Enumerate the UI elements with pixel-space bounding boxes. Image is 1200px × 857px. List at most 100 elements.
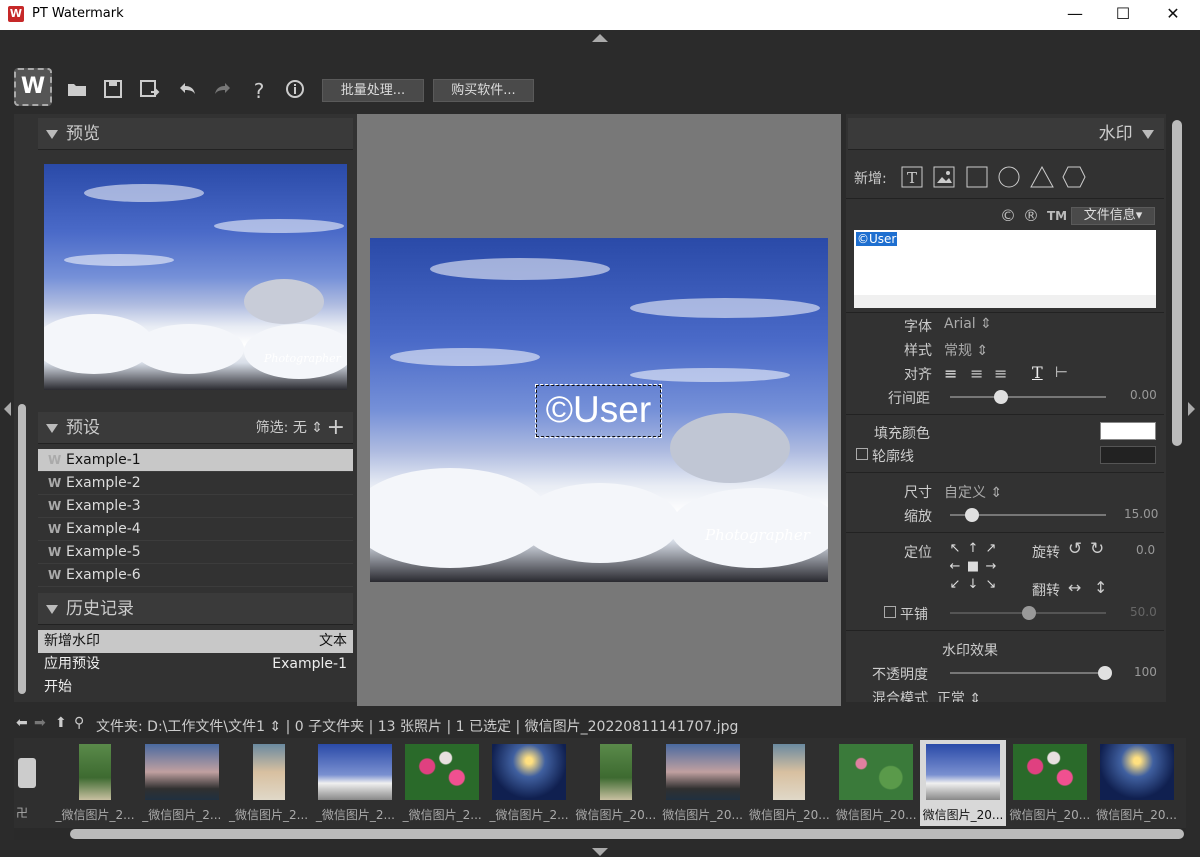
pos-bottom-icon[interactable]: ↓: [964, 576, 982, 594]
file-info-dropdown[interactable]: 文件信息▾: [1071, 207, 1155, 225]
add-triangle-icon[interactable]: [1030, 165, 1054, 188]
collapse-right-arrow-icon[interactable]: [1188, 402, 1195, 416]
copyright-symbol-button[interactable]: ©: [1000, 206, 1016, 225]
preset-item[interactable]: W Example-6: [38, 564, 353, 587]
presets-header[interactable]: 预设 筛选: 无 ⇕ +: [38, 412, 353, 444]
minimize-button[interactable]: —: [1052, 0, 1098, 30]
tile-checkbox[interactable]: [884, 606, 896, 618]
filmstrip-handle[interactable]: [18, 758, 36, 788]
filmstrip-scrollbar[interactable]: [14, 828, 1186, 840]
undo-icon[interactable]: [174, 78, 200, 104]
slider-knob[interactable]: [994, 390, 1008, 404]
forward-arrow-icon[interactable]: ➡: [34, 715, 46, 731]
collapse-top-arrow-icon[interactable]: [592, 34, 608, 42]
watermark-header[interactable]: 水印: [848, 118, 1164, 150]
up-arrow-icon[interactable]: ⬆: [55, 715, 67, 731]
pos-left-icon[interactable]: ←: [946, 558, 964, 576]
add-preset-icon[interactable]: +: [327, 412, 345, 444]
size-select[interactable]: 自定义 ⇕: [944, 482, 1002, 502]
thumbnail-item[interactable]: _微信图片_2...: [226, 740, 312, 826]
watermark-text-field[interactable]: ©User: [854, 230, 1156, 308]
text-vertical-icon[interactable]: T: [1032, 363, 1043, 382]
slider-knob[interactable]: [965, 508, 979, 522]
thumbnail-item[interactable]: 微信图片_20...: [1007, 740, 1093, 826]
right-scrollbar[interactable]: [1172, 120, 1182, 446]
text-hscrollbar[interactable]: [854, 295, 1156, 308]
collapse-bottom-arrow-icon[interactable]: [592, 848, 608, 856]
position-grid[interactable]: ↖ ↑ ↗ ← ■ → ↙ ↓ ↘: [946, 540, 1000, 594]
search-icon[interactable]: ⚲: [74, 715, 84, 731]
thumbnail-item[interactable]: 微信图片_20...: [746, 740, 832, 826]
add-text-icon[interactable]: T: [901, 166, 923, 188]
add-rectangle-icon[interactable]: [966, 166, 988, 188]
outline-color-swatch[interactable]: [1100, 446, 1156, 464]
thumbnail-item[interactable]: 微信图片_20...: [660, 740, 746, 826]
text-spacing-icon[interactable]: ⊢: [1055, 363, 1068, 381]
watermark-text-overlay[interactable]: ©User: [535, 384, 662, 438]
left-scrollbar[interactable]: [18, 404, 26, 694]
redo-icon[interactable]: [210, 78, 236, 104]
tile-slider[interactable]: [950, 606, 1106, 620]
thumbnail-item[interactable]: 微信图片_20...: [833, 740, 919, 826]
batch-process-button[interactable]: 批量处理...: [322, 79, 424, 102]
scale-slider[interactable]: [950, 508, 1106, 522]
flip-vertical-icon[interactable]: ↕: [1094, 578, 1107, 597]
thumbnail-item[interactable]: 微信图片_20...: [1094, 740, 1180, 826]
preset-item[interactable]: W Example-2: [38, 472, 353, 495]
info-icon[interactable]: [282, 78, 308, 104]
collapse-left-arrow-icon[interactable]: [4, 402, 11, 416]
outline-checkbox[interactable]: [856, 448, 868, 460]
flip-horizontal-icon[interactable]: ↔: [1068, 578, 1081, 597]
align-right-icon[interactable]: ≡: [994, 364, 1007, 383]
align-left-icon[interactable]: ≡: [944, 364, 957, 383]
thumbnail-item[interactable]: _微信图片_2...: [52, 740, 138, 826]
blend-mode-row[interactable]: 混合模式 正常 ⇕: [872, 688, 1032, 702]
trademark-symbol-button[interactable]: TM: [1047, 209, 1067, 223]
pos-bottom-right-icon[interactable]: ↘: [982, 576, 1000, 594]
app-menu-icon[interactable]: W: [14, 68, 52, 106]
slider-knob[interactable]: [1098, 666, 1112, 680]
preview-header[interactable]: 预览: [38, 118, 353, 150]
save-as-icon[interactable]: [136, 78, 162, 104]
thumbnail-item[interactable]: 微信图片_20...: [573, 740, 659, 826]
preset-filter[interactable]: 筛选: 无 ⇕: [256, 412, 323, 444]
open-folder-icon[interactable]: [64, 78, 90, 104]
thumbnail-item[interactable]: _微信图片_2...: [139, 740, 225, 826]
preset-item[interactable]: W Example-4: [38, 518, 353, 541]
fill-color-swatch[interactable]: [1100, 422, 1156, 440]
pos-right-icon[interactable]: →: [982, 558, 1000, 576]
pos-bottom-left-icon[interactable]: ↙: [946, 576, 964, 594]
help-icon[interactable]: ?: [246, 78, 272, 104]
buy-software-button[interactable]: 购买软件...: [433, 79, 534, 102]
preset-item[interactable]: W Example-5: [38, 541, 353, 564]
add-circle-icon[interactable]: [998, 166, 1020, 188]
rotate-left-icon[interactable]: ↺: [1068, 539, 1082, 559]
history-item[interactable]: 新增水印 文本: [38, 630, 353, 653]
history-header[interactable]: 历史记录: [38, 593, 353, 625]
history-item[interactable]: 开始: [38, 676, 353, 699]
close-button[interactable]: ✕: [1150, 0, 1196, 30]
save-icon[interactable]: [100, 78, 126, 104]
preset-item[interactable]: W Example-3: [38, 495, 353, 518]
thumbnail-item[interactable]: 微信图片_20...: [920, 740, 1006, 826]
registered-symbol-button[interactable]: ®: [1023, 206, 1039, 225]
pos-center-icon[interactable]: ■: [964, 558, 982, 576]
folder-path-text[interactable]: 文件夹: D:\工作文件\文件1 ⇕ | 0 子文件夹 | 13 张照片 | 1…: [96, 716, 738, 736]
pos-top-right-icon[interactable]: ↗: [982, 540, 1000, 558]
history-item[interactable]: 应用预设 Example-1: [38, 653, 353, 676]
scrollbar-thumb[interactable]: [70, 829, 1184, 839]
slider-knob[interactable]: [1022, 606, 1036, 620]
maximize-button[interactable]: ☐: [1100, 0, 1146, 30]
pos-top-icon[interactable]: ↑: [964, 540, 982, 558]
align-center-icon[interactable]: ≡: [970, 364, 983, 383]
opacity-slider[interactable]: [950, 666, 1112, 680]
font-select[interactable]: Arial ⇕: [944, 316, 992, 332]
add-image-icon[interactable]: [933, 166, 955, 188]
pos-top-left-icon[interactable]: ↖: [946, 540, 964, 558]
add-hexagon-icon[interactable]: [1062, 166, 1086, 188]
style-select[interactable]: 常规 ⇕: [944, 340, 988, 360]
filter-value[interactable]: 无: [293, 420, 307, 436]
back-arrow-icon[interactable]: ⬅: [16, 715, 28, 731]
thumbnail-item[interactable]: _微信图片_2...: [486, 740, 572, 826]
thumbnail-item[interactable]: _微信图片_2...: [312, 740, 398, 826]
